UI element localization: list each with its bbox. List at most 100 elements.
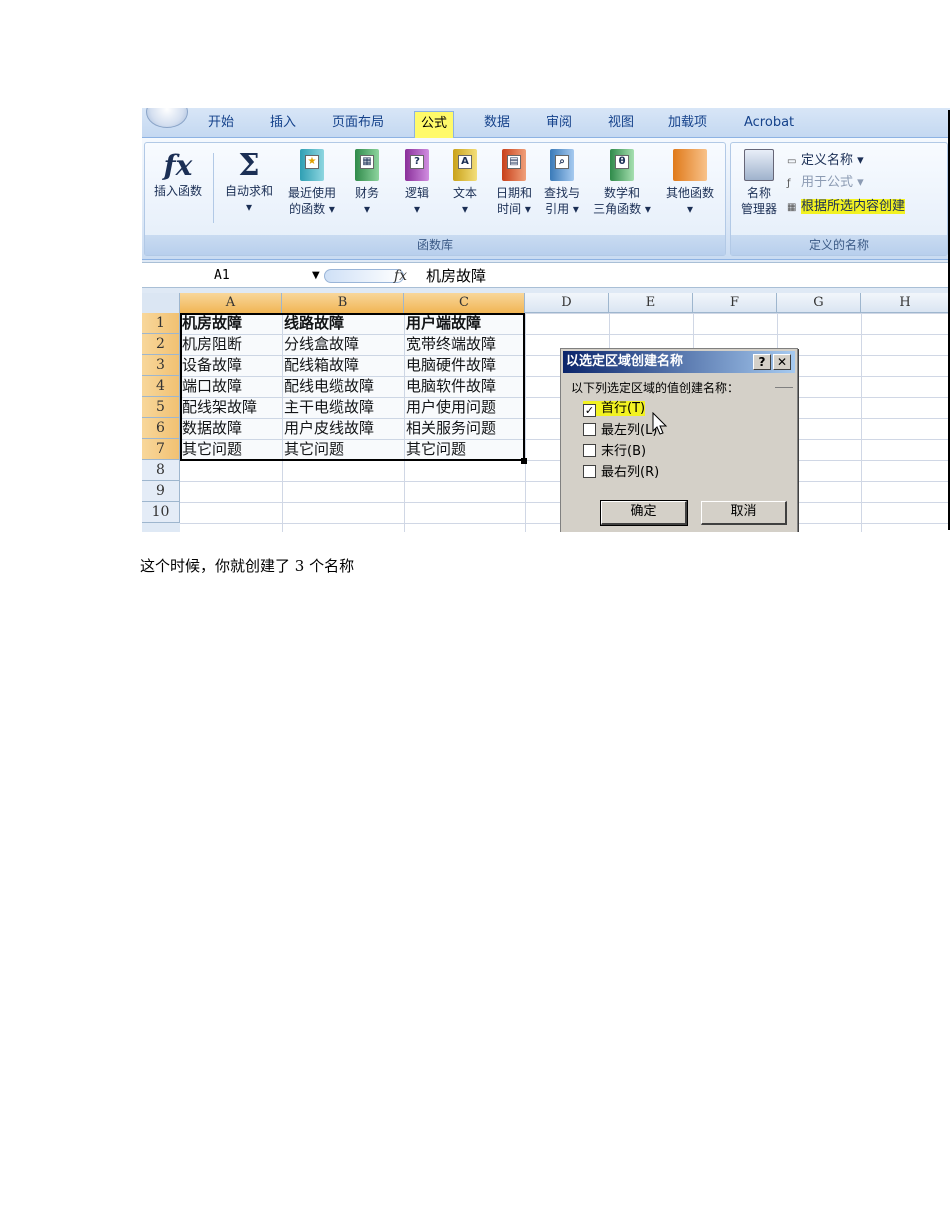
selection-range: [180, 313, 525, 461]
chevron-down-icon[interactable]: ▼: [312, 266, 320, 286]
financial-label: 财务: [354, 186, 379, 200]
col-header-g[interactable]: G: [777, 293, 861, 313]
option-left-column-label: 最左列(L): [601, 423, 658, 438]
col-header-c[interactable]: C: [404, 293, 525, 313]
office-button[interactable]: [146, 108, 188, 128]
recent-label: 最近使用: [287, 186, 336, 200]
option-right-column[interactable]: 最右列(R): [583, 465, 659, 481]
lookup-button[interactable]: ⌕ 查找与 引用 ▾: [539, 149, 585, 217]
col-header-h[interactable]: H: [861, 293, 950, 313]
row-header[interactable]: 1: [142, 313, 180, 334]
math-label: 数学和: [603, 186, 640, 200]
dialog-prompt: 以下列选定区域的值创建名称：: [571, 381, 740, 395]
logical-icon: ?: [405, 149, 429, 181]
col-header-e[interactable]: E: [609, 293, 693, 313]
row-header[interactable]: 3: [142, 355, 180, 376]
create-from-selection-button[interactable]: ▦ 根据所选内容创建: [787, 195, 906, 214]
math-trig-button[interactable]: θ 数学和 三角函数 ▾: [591, 149, 653, 217]
name-box[interactable]: A1: [202, 266, 322, 286]
more-functions-button[interactable]: 其他函数 ▾: [659, 149, 721, 217]
formula-input[interactable]: 机房故障: [426, 266, 486, 286]
lookup-label: 查找与: [543, 186, 580, 200]
tab-insert[interactable]: 插入: [264, 114, 302, 138]
text-button[interactable]: A 文本 ▾: [445, 149, 485, 217]
grid-line: [861, 313, 862, 532]
help-button[interactable]: ?: [753, 354, 771, 370]
checkbox-checked-icon[interactable]: ✓: [583, 404, 596, 417]
fill-handle[interactable]: [521, 458, 527, 464]
fx-icon[interactable]: fx: [394, 266, 407, 286]
tab-home[interactable]: 开始: [202, 114, 240, 138]
lookup-sub: 引用 ▾: [545, 202, 579, 216]
text-icon: A: [453, 149, 477, 181]
col-header-b[interactable]: B: [282, 293, 404, 313]
more-functions-dropdown: ▾: [686, 202, 694, 216]
formula-icon: ƒ: [787, 178, 791, 189]
tab-page-layout[interactable]: 页面布局: [326, 114, 390, 138]
recent-functions-icon: ★: [300, 149, 324, 181]
select-all-corner[interactable]: [142, 293, 180, 313]
math-icon: θ: [610, 149, 634, 181]
tab-view[interactable]: 视图: [602, 114, 640, 138]
mouse-cursor-icon: [652, 412, 668, 435]
financial-button[interactable]: ▦ 财务 ▾: [345, 149, 389, 217]
more-functions-label: 其他函数: [665, 186, 714, 200]
financial-icon: ▦: [355, 149, 379, 181]
close-button[interactable]: ✕: [773, 354, 791, 370]
tab-acrobat[interactable]: Acrobat: [738, 114, 800, 138]
name-manager-button[interactable]: 名称 管理器: [735, 149, 783, 217]
recent-sub: 的函数 ▾: [289, 202, 335, 216]
row-header[interactable]: 9: [142, 481, 180, 502]
option-left-column[interactable]: 最左列(L): [583, 423, 657, 439]
autosum-button[interactable]: Σ 自动求和 ▾: [217, 149, 281, 215]
recent-functions-button[interactable]: ★ 最近使用 的函数 ▾: [283, 149, 341, 217]
dialog-title-bar[interactable]: 以选定区域创建名称 ? ✕: [563, 351, 795, 373]
separator: [213, 153, 214, 223]
function-library-label: 函数库: [145, 235, 725, 255]
col-header-a[interactable]: A: [180, 293, 282, 313]
logical-button[interactable]: ? 逻辑 ▾: [397, 149, 437, 217]
insert-function-button[interactable]: fx 插入函数: [149, 149, 207, 199]
financial-dropdown: ▾: [363, 202, 371, 216]
logical-label: 逻辑: [404, 186, 429, 200]
math-sub: 三角函数 ▾: [593, 202, 651, 216]
date-time-sub: 时间 ▾: [497, 202, 531, 216]
formula-bar-slider[interactable]: [324, 269, 404, 283]
date-time-button[interactable]: ▤ 日期和 时间 ▾: [489, 149, 539, 217]
row-header[interactable]: 5: [142, 397, 180, 418]
cancel-button[interactable]: 取消: [701, 501, 787, 525]
define-name-button[interactable]: ▭ 定义名称 ▾: [787, 149, 864, 168]
dialog-title: 以选定区域创建名称: [566, 354, 684, 369]
function-library-group: fx 插入函数 Σ 自动求和 ▾ ★ 最近使用 的函数 ▾ ▦ 财务 ▾ ? 逻…: [144, 142, 726, 256]
checkbox-icon[interactable]: [583, 423, 596, 436]
tab-formulas[interactable]: 公式: [414, 111, 455, 138]
col-header-d[interactable]: D: [525, 293, 609, 313]
row-header[interactable]: 10: [142, 502, 180, 523]
autosum-label: 自动求和: [224, 184, 273, 198]
name-manager-sub: 管理器: [740, 202, 777, 216]
col-header-f[interactable]: F: [693, 293, 777, 313]
tab-data[interactable]: 数据: [478, 114, 516, 138]
logical-dropdown: ▾: [413, 202, 421, 216]
math-glyph: θ: [615, 155, 629, 169]
tab-review[interactable]: 审阅: [540, 114, 578, 138]
use-in-formula-button[interactable]: ƒ 用于公式 ▾: [787, 171, 864, 190]
name-manager-label: 名称: [746, 186, 771, 200]
ok-button[interactable]: 确定: [600, 500, 688, 526]
autosum-dropdown: ▾: [245, 200, 253, 214]
use-in-formula-label: 用于公式 ▾: [801, 175, 864, 190]
checkbox-icon[interactable]: [583, 444, 596, 457]
tab-addins[interactable]: 加载项: [662, 114, 713, 138]
row-header[interactable]: 8: [142, 460, 180, 481]
row-header[interactable]: 4: [142, 376, 180, 397]
define-name-label: 定义名称 ▾: [801, 153, 864, 168]
option-top-row[interactable]: ✓ 首行(T): [583, 401, 646, 417]
checkbox-icon[interactable]: [583, 465, 596, 478]
text-glyph: A: [458, 155, 472, 169]
row-header[interactable]: 2: [142, 334, 180, 355]
name-manager-icon: [744, 149, 774, 181]
row-header[interactable]: 6: [142, 418, 180, 439]
row-header[interactable]: 7: [142, 439, 180, 460]
option-bottom-row[interactable]: 末行(B): [583, 444, 646, 460]
grid-icon: ▦: [787, 202, 797, 213]
